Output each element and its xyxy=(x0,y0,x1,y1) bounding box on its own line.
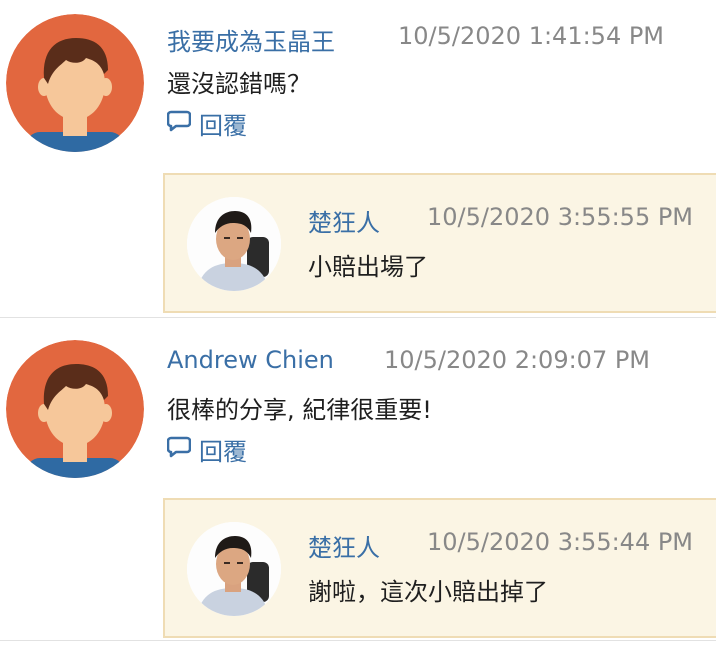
default-avatar-icon xyxy=(6,340,144,478)
comment-text: 還沒認錯嗎？ xyxy=(167,70,311,98)
reply-text: 小賠出場了 xyxy=(308,253,428,281)
comment: 我要成為玉晶王 10/5/2020 1:41:54 PM 還沒認錯嗎？ 回覆 楚… xyxy=(0,0,716,318)
user-photo-avatar xyxy=(187,522,281,616)
reply-item: 楚狂人 10/5/2020 3:55:44 PM 謝啦，這次小賠出掉了 xyxy=(163,498,716,638)
reply-timestamp: 10/5/2020 3:55:44 PM xyxy=(427,528,694,556)
comment-timestamp: 10/5/2020 2:09:07 PM xyxy=(384,346,651,374)
reply-item: 楚狂人 10/5/2020 3:55:55 PM 小賠出場了 xyxy=(163,173,716,313)
speech-bubble-icon xyxy=(166,110,192,138)
comment-author[interactable]: Andrew Chien xyxy=(167,346,334,374)
reply-timestamp: 10/5/2020 3:55:55 PM xyxy=(427,203,694,231)
comment-text: 很棒的分享, 紀律很重要! xyxy=(167,396,432,424)
comment-divider xyxy=(0,640,716,641)
reply-button[interactable]: 回覆 xyxy=(166,432,247,467)
comment-timestamp: 10/5/2020 1:41:54 PM xyxy=(398,22,665,50)
reply-label: 回覆 xyxy=(199,438,247,466)
reply-label: 回覆 xyxy=(199,112,247,140)
speech-bubble-icon xyxy=(166,436,192,464)
default-avatar-icon xyxy=(6,14,144,152)
reply-author[interactable]: 楚狂人 xyxy=(308,528,380,563)
reply-author[interactable]: 楚狂人 xyxy=(308,203,380,238)
reply-button[interactable]: 回覆 xyxy=(166,106,247,141)
user-photo-avatar xyxy=(187,197,281,291)
comment: Andrew Chien 10/5/2020 2:09:07 PM 很棒的分享,… xyxy=(0,318,716,648)
comment-author[interactable]: 我要成為玉晶王 xyxy=(167,22,335,57)
reply-text: 謝啦，這次小賠出掉了 xyxy=(308,578,548,606)
